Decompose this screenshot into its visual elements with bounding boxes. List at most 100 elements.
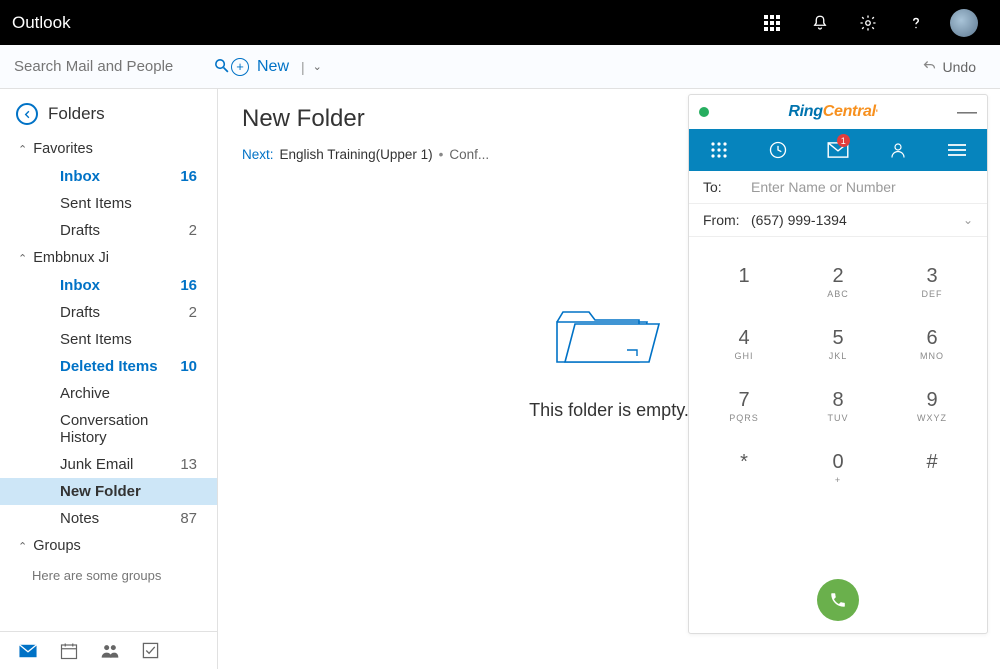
plus-icon: + — [231, 58, 249, 76]
sidebar: Folders ⌃ Favorites Inbox 16 Sent Items Dra… — [0, 89, 218, 669]
empty-folder-icon — [549, 302, 669, 372]
key-letters: PQRS — [729, 413, 759, 423]
folder-count: 87 — [180, 510, 197, 527]
dialpad: 12ABC3DEF4GHI5JKL6MNO7PQRS8TUV9WXYZ*0+# — [689, 237, 987, 573]
folder-item[interactable]: Sent Items — [0, 326, 217, 353]
dialpad-key[interactable]: 2ABC — [791, 251, 885, 313]
key-letters: GHI — [734, 351, 753, 361]
rc-tab-dialpad[interactable] — [689, 129, 749, 171]
key-digit: 8 — [832, 389, 843, 412]
dialpad-key[interactable]: 0+ — [791, 437, 885, 499]
dialpad-key[interactable]: 7PQRS — [697, 375, 791, 437]
key-digit: 1 — [738, 265, 749, 288]
key-letters: ABC — [827, 289, 849, 299]
folder-item[interactable]: Inbox 16 — [0, 163, 217, 190]
back-icon[interactable] — [16, 103, 38, 125]
chevron-down-icon[interactable]: ⌄ — [313, 60, 322, 73]
dialpad-key[interactable]: 6MNO — [885, 313, 979, 375]
undo-button[interactable]: Undo — [898, 59, 1000, 75]
search-box[interactable] — [0, 45, 217, 89]
folder-name: Notes — [60, 510, 99, 527]
chevron-down-icon[interactable]: ⌄ — [963, 213, 973, 227]
help-icon[interactable] — [892, 0, 940, 45]
search-input[interactable] — [14, 58, 213, 75]
section-account[interactable]: ⌃ Embbnux Ji — [0, 244, 217, 272]
folder-count: 13 — [180, 456, 197, 473]
dialpad-key[interactable]: 4GHI — [697, 313, 791, 375]
section-favorites[interactable]: ⌃ Favorites — [0, 135, 217, 163]
key-letters: JKL — [829, 351, 848, 361]
folder-name: Inbox — [60, 168, 100, 185]
rc-to-row: To: — [689, 171, 987, 203]
key-letters: + — [835, 475, 841, 485]
rc-tab-messages[interactable]: 1 — [808, 129, 868, 171]
rc-to-input[interactable] — [751, 179, 973, 195]
folder-name: Sent Items — [60, 195, 132, 212]
folder-name: Junk Email — [60, 456, 133, 473]
folder-item[interactable]: Notes 87 — [0, 505, 217, 532]
folder-count: 16 — [180, 168, 197, 185]
rc-tab-contacts[interactable] — [868, 129, 928, 171]
folder-item[interactable]: Inbox16 — [0, 272, 217, 299]
minimize-icon[interactable]: — — [957, 107, 977, 117]
dialpad-key[interactable]: 3DEF — [885, 251, 979, 313]
chevron-up-icon: ⌃ — [18, 540, 27, 553]
dialpad-key[interactable]: 5JKL — [791, 313, 885, 375]
folders-header: Folders — [0, 89, 217, 135]
folder-item[interactable]: New Folder — [0, 478, 217, 505]
rc-from-row[interactable]: From: (657) 999-1394 ⌄ — [689, 203, 987, 236]
app-title: Outlook — [12, 13, 748, 33]
app-launcher-icon[interactable] — [748, 0, 796, 45]
folder-name: Deleted Items — [60, 358, 158, 375]
tasks-icon[interactable] — [142, 642, 159, 659]
ringcentral-panel: RingCentral' — 1 To: From: (657) 999-139… — [688, 94, 988, 634]
topbar: Outlook — [0, 0, 1000, 45]
folder-name: New Folder — [60, 483, 141, 500]
key-digit: 0 — [832, 451, 843, 474]
folder-name: Sent Items — [60, 331, 132, 348]
dialpad-key[interactable]: # — [885, 437, 979, 499]
mail-icon[interactable] — [18, 644, 38, 658]
dialpad-key[interactable]: 9WXYZ — [885, 375, 979, 437]
rc-from-value: (657) 999-1394 — [751, 212, 963, 228]
chevron-up-icon: ⌃ — [18, 252, 27, 265]
notifications-icon[interactable] — [796, 0, 844, 45]
page-title: New Folder — [242, 105, 365, 133]
presence-indicator — [699, 107, 709, 117]
folder-item[interactable]: Drafts2 — [0, 217, 217, 244]
call-button[interactable] — [817, 579, 859, 621]
folder-count: 2 — [189, 304, 197, 321]
folder-count: 2 — [189, 222, 197, 239]
settings-icon[interactable] — [844, 0, 892, 45]
nav-icons — [0, 631, 217, 669]
undo-icon — [922, 59, 937, 74]
avatar[interactable] — [940, 0, 988, 45]
people-icon[interactable] — [100, 643, 120, 659]
key-digit: # — [926, 451, 937, 474]
folder-item[interactable]: Drafts2 — [0, 299, 217, 326]
key-digit: 2 — [832, 265, 843, 288]
folder-item[interactable]: Archive — [0, 380, 217, 407]
folder-item[interactable]: Junk Email 13 — [0, 451, 217, 478]
empty-text: This folder is empty. — [529, 400, 689, 421]
section-groups[interactable]: ⌃ Groups — [0, 532, 217, 560]
next-title: English Training(Upper 1) — [280, 147, 433, 162]
folder-item[interactable]: Deleted Items 10 — [0, 353, 217, 380]
key-digit: * — [740, 451, 748, 474]
rc-tab-history[interactable] — [749, 129, 809, 171]
key-digit: 7 — [738, 389, 749, 412]
messages-badge: 1 — [837, 134, 850, 147]
key-digit: 9 — [926, 389, 937, 412]
key-digit: 4 — [738, 327, 749, 350]
dialpad-key[interactable]: 8TUV — [791, 375, 885, 437]
folder-item[interactable]: Conversation History — [0, 407, 217, 451]
folder-item[interactable]: Sent Items — [0, 190, 217, 217]
folder-count: 10 — [180, 358, 197, 375]
dialpad-key[interactable]: 1 — [697, 251, 791, 313]
rc-tab-menu[interactable] — [927, 129, 987, 171]
new-label: New — [257, 58, 289, 76]
account-list: Inbox16Drafts2 Sent Items Deleted Items 10 A… — [0, 272, 217, 532]
new-button[interactable]: + New | ⌄ — [217, 45, 336, 88]
calendar-icon[interactable] — [60, 642, 78, 660]
dialpad-key[interactable]: * — [697, 437, 791, 499]
